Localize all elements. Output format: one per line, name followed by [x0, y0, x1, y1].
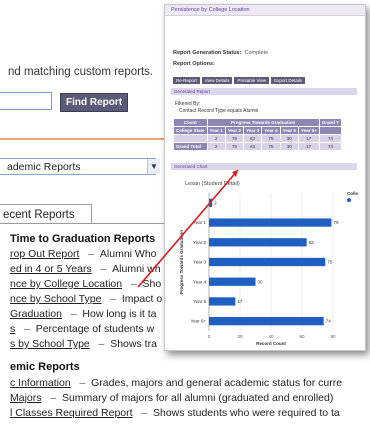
report-title: Persistence by College Location [165, 5, 365, 16]
list-item: ed in 4 or 5 Years – Alumni wh [10, 263, 161, 275]
options-label: Report Options: [173, 61, 215, 67]
re-report-button[interactable]: Re-Report [173, 77, 200, 84]
tab-recent-reports[interactable]: ecent Reports [0, 204, 92, 224]
table-header: Year 6+ [297, 126, 320, 135]
x-tick-label: 0 [208, 334, 211, 339]
report-desc: How long is it ta [82, 308, 157, 320]
bar [209, 198, 213, 207]
report-link[interactable]: s [10, 323, 15, 335]
find-report-button[interactable]: Find Report [60, 93, 129, 112]
bar-chart: Lesan (Student Detail) 0 20 40 60 80 2 79 Year 1… [179, 181, 339, 346]
generated-chart-header: Generated Chart [171, 163, 357, 170]
report-category-select[interactable]: ademic Reports [0, 158, 156, 175]
table-header: Grand T [318, 118, 343, 127]
report-desc: Shows students who were required to ta [153, 407, 340, 419]
report-desc: Percentage of students w [35, 323, 155, 335]
bar [209, 238, 307, 247]
summary-table: Count Progress Towards Graduation Grand … [173, 118, 343, 151]
report-desc: Alumni wh [112, 263, 161, 275]
table-header: Year 2 [224, 126, 245, 135]
report-desc: Shows tra [110, 338, 157, 350]
y-tick-label: Year 5 [193, 299, 206, 304]
section-title-graduation: Time to Graduation Reports [10, 233, 156, 245]
table-row: 2 79 63 75 30 17 74 [173, 134, 343, 143]
table-header: Year 4 [261, 126, 281, 135]
report-link[interactable]: s by School Type [10, 338, 90, 350]
report-link[interactable]: c Information [10, 377, 71, 389]
report-link[interactable]: nce by School Type [10, 293, 101, 305]
table-header: Year 1 [206, 126, 226, 135]
y-tick-label: Year 2 [193, 240, 206, 245]
bar-value-label: 63 [309, 240, 315, 245]
list-item: Majors – Summary of majors for all alumn… [10, 392, 334, 404]
table-header: Count [173, 118, 208, 127]
report-link[interactable]: Majors [10, 392, 42, 404]
list-item: s – Percentage of students w [10, 323, 155, 335]
x-axis-label: Record Count [256, 341, 286, 346]
view-details-button[interactable]: View Details [201, 77, 233, 84]
legend-swatch [347, 198, 351, 202]
table-header: Year 5 [279, 126, 299, 135]
list-item: rop Out Report – Alumni Who [10, 248, 157, 260]
x-tick-label: 60 [299, 334, 305, 339]
table-header: Year 3 [243, 126, 263, 135]
report-link[interactable]: Graduation [10, 308, 62, 320]
legend-title: Colle [347, 191, 359, 196]
bar [209, 297, 236, 306]
bar-value-label: 30 [258, 279, 264, 284]
report-link[interactable]: nce by College Location [10, 278, 122, 290]
intro-text: nd matching custom reports. [8, 66, 154, 78]
y-tick-label: Year 3 [193, 260, 206, 265]
bar [209, 257, 326, 267]
list-item: nce by College Location – Sho [10, 278, 162, 290]
bar [209, 277, 256, 286]
chart-area: Lesan (Student Detail) 0 20 40 60 80 2 79 Year 1… [173, 175, 363, 347]
y-tick-label: Year 4 [193, 279, 206, 284]
bar-value-label: 2 [214, 200, 217, 205]
report-desc: Sho [142, 278, 162, 290]
section-title-academic: emic Reports [10, 361, 80, 373]
x-tick-label: 20 [237, 334, 243, 339]
report-link[interactable]: rop Out Report [10, 248, 79, 260]
option-buttons: Re-Report View Details Printable View Expor… [173, 69, 307, 87]
table-header: Progress Towards Graduation [206, 118, 320, 127]
y-axis-label: Progress Towards Graduation [179, 230, 184, 294]
bar [209, 317, 324, 326]
generated-report-header: Generated Report [171, 88, 357, 95]
bar-value-label: 75 [327, 260, 333, 265]
printable-view-button[interactable]: Printable View [234, 77, 270, 84]
x-tick-label: 40 [268, 334, 274, 339]
list-item: nce by School Type – Impact o [10, 293, 163, 305]
report-desc: Summary of majors for all alumni (gradua… [61, 392, 334, 404]
list-item: l Classes Required Report – Shows studen… [10, 407, 340, 419]
report-preview-panel: Persistence by College Location Report G… [164, 4, 366, 351]
report-desc: Alumni Who [99, 248, 157, 260]
filter-info: Filtered By: Contact Record Type equals … [175, 101, 259, 114]
list-item: s by School Type – Shows tra [10, 338, 157, 350]
table-header: College State [173, 126, 208, 135]
table-row: Grand Total 2 79 63 75 30 17 74 [173, 142, 343, 151]
report-link[interactable]: l Classes Required Report [10, 407, 133, 419]
generation-status: Report Generation Status: Complete [173, 50, 269, 56]
report-desc: Impact o [121, 293, 163, 305]
list-item: c Information – Grades, majors and gener… [10, 377, 343, 389]
y-tick-label: Year 1 [193, 220, 206, 225]
bar [209, 218, 332, 227]
chart-title: Lesan (Student Detail) [185, 181, 240, 187]
bar-value-label: 79 [333, 220, 339, 225]
bar-value-label: 74 [326, 319, 332, 324]
x-tick-label: 80 [330, 334, 336, 339]
report-desc: Grades, majors and general academic stat… [91, 377, 343, 389]
export-details-button[interactable]: Export Details [271, 77, 306, 84]
search-input[interactable] [0, 92, 52, 110]
y-tick-label: Year 6+ [191, 319, 207, 324]
bar-value-label: 17 [237, 299, 243, 304]
list-item: Graduation – How long is it ta [10, 308, 157, 320]
tab-underline [0, 223, 190, 224]
report-link[interactable]: ed in 4 or 5 Years [10, 263, 92, 275]
chevron-down-icon[interactable]: ▼ [147, 159, 160, 174]
